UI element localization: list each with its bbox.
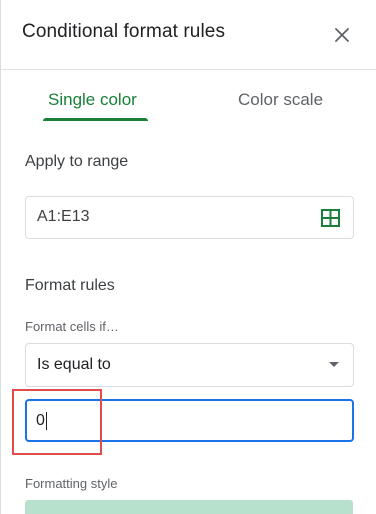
grid-select-icon[interactable] xyxy=(321,209,340,227)
active-tab-indicator xyxy=(43,118,148,121)
tab-single-color[interactable]: Single color xyxy=(48,90,137,110)
panel-title: Conditional format rules xyxy=(22,21,226,42)
dropdown-arrow-icon[interactable] xyxy=(329,362,339,367)
value-input[interactable] xyxy=(36,401,336,440)
formatting-style-label: Formatting style xyxy=(25,476,118,491)
text-cursor xyxy=(46,412,47,430)
conditional-format-panel: Conditional format rules Single color Co… xyxy=(0,0,376,514)
format-rules-label: Format rules xyxy=(25,277,115,294)
tab-bar: Single color Color scale xyxy=(1,70,376,126)
panel-header: Conditional format rules xyxy=(1,0,376,70)
condition-select[interactable]: Is equal to xyxy=(25,343,354,387)
range-value[interactable]: A1:E13 xyxy=(37,208,89,226)
apply-to-range-label: Apply to range xyxy=(25,153,129,170)
format-cells-if-label: Format cells if… xyxy=(25,319,119,334)
range-input[interactable]: A1:E13 xyxy=(25,196,354,239)
value-input-box[interactable] xyxy=(25,399,354,442)
close-button[interactable] xyxy=(329,22,355,48)
close-icon xyxy=(335,28,349,42)
condition-selected-value[interactable]: Is equal to xyxy=(37,356,111,374)
tab-color-scale[interactable]: Color scale xyxy=(238,90,323,110)
formatting-style-preview[interactable] xyxy=(25,500,353,514)
